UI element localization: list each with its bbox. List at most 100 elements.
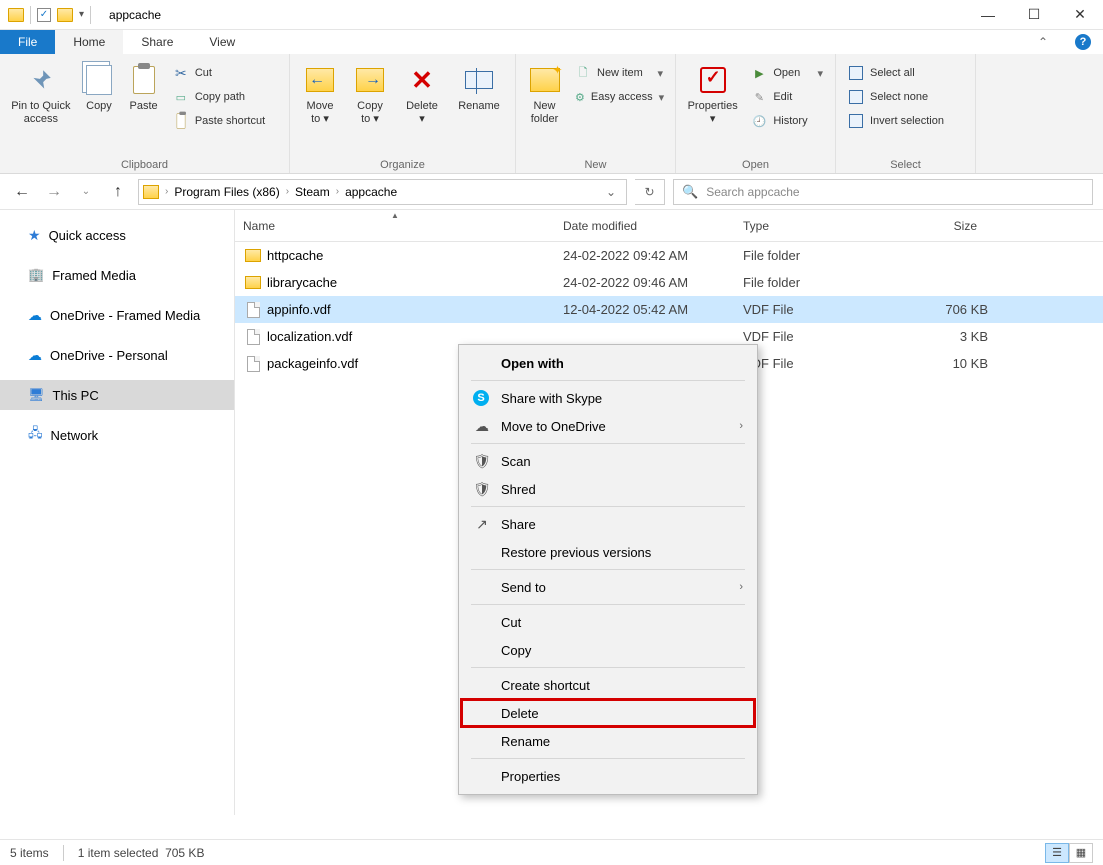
new-folder-icon [529, 64, 561, 96]
separator [471, 604, 745, 605]
ctx-share[interactable]: ↗Share [461, 510, 755, 538]
tab-share[interactable]: Share [123, 30, 191, 54]
monitor-icon: 🖥 [28, 387, 45, 403]
title-bar: ✓ ▾ appcache — ☐ ✕ [0, 0, 1103, 30]
details-view-button[interactable]: ☰ [1045, 843, 1069, 863]
tab-home[interactable]: Home [55, 30, 123, 54]
nav-framed-media[interactable]: 🏢Framed Media [0, 260, 234, 290]
recent-locations-button[interactable]: ⌄ [74, 180, 98, 204]
nav-onedrive-framed[interactable]: ☁OneDrive - Framed Media [0, 300, 234, 330]
qat-checkbox-icon[interactable]: ✓ [37, 8, 51, 22]
invert-selection-button[interactable]: Invert selection [842, 110, 969, 132]
group-caption: Open [682, 157, 829, 171]
ctx-cut[interactable]: Cut [461, 608, 755, 636]
open-button[interactable]: ▶Open ▾ [745, 62, 829, 84]
chevron-right-icon: › [739, 420, 743, 432]
file-type: VDF File [743, 329, 893, 344]
select-none-button[interactable]: Select none [842, 86, 969, 108]
group-caption: Select [842, 157, 969, 171]
column-type[interactable]: Type [735, 219, 885, 233]
column-name[interactable]: Name▲ [235, 219, 555, 233]
rename-button[interactable]: Rename [450, 58, 508, 157]
thumbnails-view-button[interactable]: ▦ [1069, 843, 1093, 863]
search-input[interactable]: 🔍 Search appcache [673, 179, 1093, 205]
forward-button[interactable]: → [42, 180, 66, 204]
paste-shortcut-button[interactable]: Paste shortcut [167, 110, 283, 132]
file-row[interactable]: httpcache24-02-2022 09:42 AMFile folder [235, 242, 1103, 269]
nav-network[interactable]: 🖧Network [0, 420, 234, 450]
ribbon-collapse[interactable]: ⌃ [1023, 30, 1063, 54]
ctx-delete[interactable]: Delete [461, 699, 755, 727]
edit-icon: ✎ [751, 89, 767, 105]
paste-button[interactable]: Paste [122, 58, 165, 157]
status-bar: 5 items 1 item selected 705 KB ☰ ▦ [0, 839, 1103, 865]
ctx-share-skype[interactable]: SShare with Skype [461, 384, 755, 412]
new-folder-button[interactable]: New folder [522, 58, 567, 157]
column-size[interactable]: Size [885, 219, 985, 233]
breadcrumb-dropdown[interactable]: ⌄ [600, 185, 622, 199]
nav-onedrive-personal[interactable]: ☁OneDrive - Personal [0, 340, 234, 370]
ctx-copy[interactable]: Copy [461, 636, 755, 664]
cut-button[interactable]: ✂Cut [167, 62, 283, 84]
copy-to-button[interactable]: Copy to ▾ [346, 58, 394, 157]
edit-button[interactable]: ✎Edit [745, 86, 829, 108]
minimize-button[interactable]: — [965, 0, 1011, 30]
tab-file[interactable]: File [0, 30, 55, 54]
properties-icon [697, 64, 729, 96]
ctx-restore[interactable]: Restore previous versions [461, 538, 755, 566]
up-button[interactable]: ↑ [106, 180, 130, 204]
new-item-button[interactable]: 🗋New item ▾ [569, 62, 669, 84]
ctx-properties[interactable]: Properties [461, 762, 755, 790]
select-all-button[interactable]: Select all [842, 62, 969, 84]
move-to-button[interactable]: Move to ▾ [296, 58, 344, 157]
file-row[interactable]: appinfo.vdf12-04-2022 05:42 AMVDF File70… [235, 296, 1103, 323]
ctx-shred[interactable]: 🛡Shred [461, 475, 755, 503]
back-button[interactable]: ← [10, 180, 34, 204]
pin-to-quick-access-button[interactable]: Pin to Quick access [6, 58, 76, 157]
pin-icon [25, 64, 57, 96]
nav-this-pc[interactable]: 🖥This PC [0, 380, 234, 410]
ctx-scan[interactable]: 🛡Scan [461, 447, 755, 475]
maximize-button[interactable]: ☐ [1011, 0, 1057, 30]
file-name: localization.vdf [267, 329, 563, 344]
ctx-open-with[interactable]: Open with [461, 349, 755, 377]
paste-shortcut-icon [173, 113, 189, 129]
refresh-button[interactable]: ↻ [635, 179, 665, 205]
search-placeholder: Search appcache [706, 185, 799, 199]
cloud-icon: ☁ [473, 418, 491, 435]
easy-access-button[interactable]: ⚙Easy access ▾ [569, 86, 669, 108]
delete-icon: ✕ [406, 64, 438, 96]
file-name: httpcache [267, 248, 563, 263]
copy-button[interactable]: Copy [78, 58, 121, 157]
ctx-rename[interactable]: Rename [461, 727, 755, 755]
network-icon: 🖧 [28, 424, 43, 446]
breadcrumb-item[interactable]: Program Files (x86) [170, 185, 283, 199]
file-name: librarycache [267, 275, 563, 290]
qat-dropdown-icon[interactable]: ▾ [79, 9, 84, 20]
chevron-right-icon[interactable]: › [286, 186, 289, 197]
tab-view[interactable]: View [191, 30, 253, 54]
properties-button[interactable]: Properties▾ [682, 58, 743, 157]
scissors-icon: ✂ [173, 65, 189, 81]
ctx-move-onedrive[interactable]: ☁Move to OneDrive› [461, 412, 755, 440]
cloud-icon: ☁ [28, 347, 42, 364]
ribbon: Pin to Quick access Copy Paste ✂Cut ▭Cop… [0, 54, 1103, 174]
file-size: 3 KB [893, 329, 988, 344]
history-button[interactable]: 🕘History [745, 110, 829, 132]
delete-button[interactable]: ✕Delete▾ [396, 58, 448, 157]
file-row[interactable]: librarycache24-02-2022 09:46 AMFile fold… [235, 269, 1103, 296]
help-button[interactable]: ? [1063, 30, 1103, 54]
column-date[interactable]: Date modified [555, 219, 735, 233]
breadcrumb-item[interactable]: appcache [341, 185, 401, 199]
chevron-right-icon[interactable]: › [165, 186, 168, 197]
breadcrumb[interactable]: › Program Files (x86) › Steam › appcache… [138, 179, 627, 205]
breadcrumb-item[interactable]: Steam [291, 185, 334, 199]
chevron-right-icon[interactable]: › [336, 186, 339, 197]
close-button[interactable]: ✕ [1057, 0, 1103, 30]
qat-folder-icon[interactable] [57, 8, 73, 22]
ctx-create-shortcut[interactable]: Create shortcut [461, 671, 755, 699]
ctx-send-to[interactable]: Send to› [461, 573, 755, 601]
nav-quick-access[interactable]: ★Quick access [0, 220, 234, 250]
copy-path-button[interactable]: ▭Copy path [167, 86, 283, 108]
separator [30, 6, 31, 24]
